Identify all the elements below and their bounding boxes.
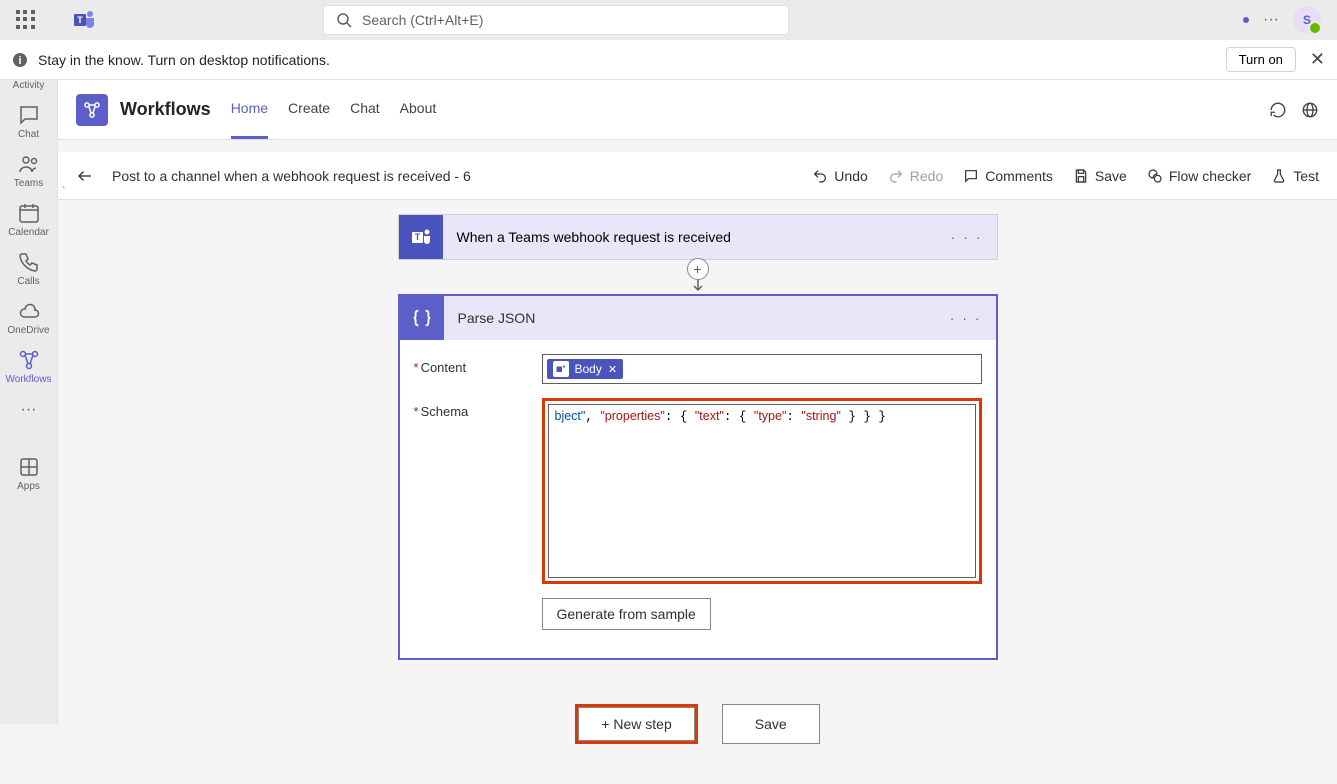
trigger-title: When a Teams webhook request is received — [457, 229, 731, 245]
remove-token-icon[interactable]: ✕ — [608, 363, 617, 376]
svg-text:T: T — [77, 15, 83, 25]
avatar-initial: S — [1303, 13, 1311, 27]
connector: + — [687, 260, 709, 294]
stray-mark: ` — [62, 186, 65, 197]
back-icon[interactable] — [76, 167, 94, 185]
notification-bar: i Stay in the know. Turn on desktop noti… — [0, 40, 1337, 80]
teams-token-icon — [553, 361, 569, 377]
schema-input-highlight: bject", "properties": { "text": { "type"… — [542, 398, 982, 584]
refresh-icon[interactable] — [1269, 101, 1287, 119]
svg-text:i: i — [18, 55, 21, 67]
trigger-step[interactable]: T When a Teams webhook request is receiv… — [398, 214, 998, 260]
flow-name: Post to a channel when a webhook request… — [112, 168, 471, 184]
parse-json-step: Parse JSON · · · *Content Body — [398, 294, 998, 660]
redo-label: Redo — [910, 168, 943, 184]
comments-button[interactable]: Comments — [963, 168, 1053, 184]
new-step-highlight: + New step — [575, 704, 697, 744]
checker-label: Flow checker — [1169, 168, 1251, 184]
body-token[interactable]: Body ✕ — [547, 359, 624, 379]
info-icon: i — [12, 52, 28, 68]
new-step-button[interactable]: + New step — [578, 707, 694, 741]
globe-icon[interactable] — [1301, 101, 1319, 119]
tab-chat[interactable]: Chat — [350, 80, 380, 139]
tab-home[interactable]: Home — [231, 80, 268, 139]
undo-button[interactable]: Undo — [812, 168, 867, 184]
titlebar: T Search (Ctrl+Alt+E) ··· S — [0, 0, 1337, 40]
test-label: Test — [1293, 168, 1319, 184]
parse-json-icon — [400, 296, 444, 340]
checker-icon — [1147, 168, 1163, 184]
save-label: Save — [1095, 168, 1127, 184]
more-icon[interactable]: ··· — [1263, 11, 1279, 29]
token-label: Body — [575, 362, 602, 376]
save-flow-button[interactable]: Save — [722, 704, 820, 744]
turn-on-button[interactable]: Turn on — [1226, 47, 1296, 72]
undo-icon — [812, 168, 828, 184]
generate-from-sample-button[interactable]: Generate from sample — [542, 598, 711, 630]
add-step-icon[interactable]: + — [687, 258, 709, 280]
teams-connector-icon: T — [399, 215, 443, 259]
comments-label: Comments — [985, 168, 1053, 184]
schema-label: *Schema — [414, 398, 542, 419]
step-menu-icon[interactable]: · · · — [951, 229, 983, 245]
redo-button[interactable]: Redo — [888, 168, 943, 184]
app-launcher-icon[interactable] — [16, 10, 36, 30]
search-input[interactable]: Search (Ctrl+Alt+E) — [323, 5, 789, 35]
save-icon — [1073, 168, 1089, 184]
comment-icon — [963, 168, 979, 184]
step-menu-icon[interactable]: · · · — [950, 310, 982, 326]
workflows-header: Workflows Home Create Chat About — [58, 80, 1337, 140]
schema-textarea[interactable]: bject", "properties": { "text": { "type"… — [548, 404, 976, 578]
presence-dot-icon — [1243, 17, 1249, 23]
redo-icon — [888, 168, 904, 184]
tab-create[interactable]: Create — [288, 80, 330, 139]
undo-label: Undo — [834, 168, 867, 184]
flow-checker-button[interactable]: Flow checker — [1147, 168, 1251, 184]
content-label: *Content — [414, 354, 542, 375]
svg-text:T: T — [414, 232, 420, 242]
parse-json-header[interactable]: Parse JSON · · · — [400, 296, 996, 340]
workflows-app-icon — [76, 94, 108, 126]
arrow-down-icon — [690, 278, 706, 294]
save-button[interactable]: Save — [1073, 168, 1127, 184]
flow-toolbar: Post to a channel when a webhook request… — [58, 152, 1337, 200]
close-icon[interactable]: ✕ — [1310, 49, 1325, 70]
tab-about[interactable]: About — [400, 80, 437, 139]
notification-text: Stay in the know. Turn on desktop notifi… — [38, 52, 330, 68]
flow-canvas: T When a Teams webhook request is receiv… — [58, 200, 1337, 784]
parse-json-title: Parse JSON — [458, 310, 536, 326]
teams-logo-icon: T — [72, 8, 96, 32]
search-icon — [336, 12, 352, 28]
content-input[interactable]: Body ✕ — [542, 354, 982, 384]
page-title: Workflows — [120, 99, 211, 120]
beaker-icon — [1271, 168, 1287, 184]
test-button[interactable]: Test — [1271, 168, 1319, 184]
search-placeholder: Search (Ctrl+Alt+E) — [362, 12, 483, 28]
avatar[interactable]: S — [1293, 6, 1321, 34]
